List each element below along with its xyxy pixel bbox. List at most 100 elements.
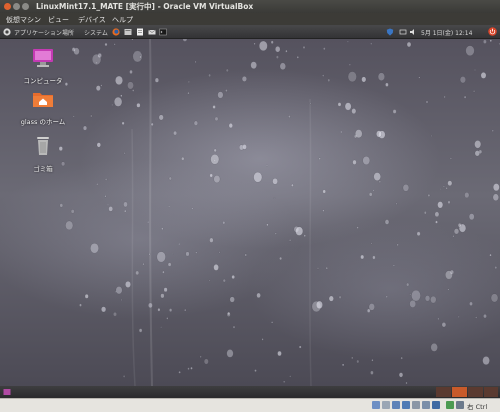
audio-icon[interactable] <box>392 401 400 409</box>
raindrop <box>402 183 410 192</box>
firefox-icon[interactable] <box>112 28 120 36</box>
raindrop <box>441 322 447 328</box>
panel-clock[interactable]: 5月 1日(金) 12:14 <box>421 28 472 37</box>
raindrop <box>349 63 351 66</box>
file-manager-icon[interactable] <box>124 28 132 36</box>
text-editor-icon[interactable] <box>136 28 144 36</box>
mouse-integration-icon[interactable] <box>456 401 464 409</box>
raindrop <box>411 289 421 302</box>
raindrop <box>242 144 247 150</box>
raindrop <box>226 312 231 317</box>
desktop-icon-home[interactable]: glass のホーム <box>13 88 73 126</box>
optical-drive-icon[interactable] <box>382 401 390 409</box>
workspace-1[interactable] <box>436 387 451 397</box>
raindrop <box>295 226 304 236</box>
terminal-icon[interactable] <box>159 28 167 36</box>
raindrop <box>373 172 381 181</box>
display-icon[interactable] <box>432 401 440 409</box>
raindrop <box>325 267 328 270</box>
harddisk-icon[interactable] <box>372 401 380 409</box>
power-icon[interactable] <box>488 27 497 36</box>
raindrop <box>232 325 236 329</box>
desktop-icon-trash[interactable]: ゴミ箱 <box>13 135 73 173</box>
raindrop <box>277 350 282 357</box>
workspace-2[interactable] <box>452 387 467 397</box>
raindrop <box>392 264 395 267</box>
raindrop <box>491 129 494 133</box>
show-desktop-icon[interactable] <box>3 388 11 396</box>
raindrop <box>474 140 482 149</box>
raindrop <box>225 68 229 72</box>
shared-folder-icon[interactable] <box>422 401 430 409</box>
close-button[interactable] <box>4 3 11 10</box>
menu-machine[interactable]: 仮想マシン <box>6 15 41 25</box>
network-icon[interactable] <box>399 28 407 36</box>
raindrop <box>361 76 367 83</box>
raindrop <box>303 234 306 238</box>
raindrop <box>91 53 102 65</box>
raindrop <box>120 298 123 301</box>
minimize-button[interactable] <box>13 3 20 10</box>
workspace-4[interactable] <box>484 387 498 397</box>
raindrop <box>127 81 134 90</box>
raindrop <box>337 102 342 107</box>
mate-top-panel: アプリケーション 場所 システム 5月 1日(金) 12:14 <box>0 25 500 39</box>
menu-view[interactable]: ビュー <box>48 15 69 25</box>
raindrop <box>136 103 141 108</box>
raindrop <box>213 264 219 271</box>
raindrop <box>222 221 226 225</box>
raindrop <box>405 381 408 385</box>
raindrop <box>395 202 398 205</box>
menu-help[interactable]: ヘルプ <box>112 15 133 25</box>
panel-menu-applications[interactable]: アプリケーション <box>14 28 62 37</box>
raindrop <box>483 39 487 44</box>
shield-icon[interactable] <box>386 28 394 36</box>
raindrop <box>384 219 390 225</box>
raindrop <box>355 129 363 139</box>
raindrop <box>142 263 145 266</box>
panel-menu-system[interactable]: システム <box>84 28 108 37</box>
raindrop <box>409 299 417 308</box>
menu-devices[interactable]: デバイス <box>78 15 106 25</box>
raindrop <box>101 306 107 313</box>
raindrop <box>59 203 64 208</box>
raindrop <box>437 201 444 209</box>
raindrop <box>90 114 93 118</box>
raindrop <box>377 72 385 81</box>
raindrop <box>208 279 211 282</box>
raindrop <box>370 42 373 45</box>
raindrop <box>443 96 446 98</box>
raindrop <box>166 317 169 320</box>
raindrop <box>445 270 453 280</box>
panel-menu-places[interactable]: 場所 <box>62 28 74 37</box>
raindrop <box>492 183 500 192</box>
maximize-button[interactable] <box>22 3 29 10</box>
raindrop <box>135 270 140 276</box>
raindrop <box>258 40 268 52</box>
raindrop <box>96 142 101 148</box>
mail-icon[interactable] <box>148 28 156 36</box>
virtualization-icon[interactable] <box>446 401 454 409</box>
raindrop <box>209 173 213 178</box>
raindrop <box>398 372 404 378</box>
usb-icon[interactable] <box>412 401 420 409</box>
raindrop <box>392 109 397 114</box>
window-title: LinuxMint17.1_MATE [実行中] - Oracle VM Vir… <box>36 2 254 11</box>
mint-menu-icon[interactable] <box>3 28 11 36</box>
raindrop <box>167 262 172 267</box>
raindrop <box>214 116 219 122</box>
desktop-icon-computer[interactable]: コンピュータ <box>13 47 73 85</box>
raindrop <box>185 251 190 257</box>
raindrop <box>187 91 190 95</box>
raindrop <box>289 239 292 242</box>
raindrop <box>115 75 123 86</box>
raindrop <box>378 180 381 184</box>
raindrop <box>70 209 75 214</box>
desktop[interactable]: コンピュータ glass のホーム ゴミ箱 <box>0 39 500 386</box>
workspace-3[interactable] <box>468 387 483 397</box>
raindrop <box>447 288 450 291</box>
raindrop <box>156 251 166 263</box>
volume-icon[interactable] <box>409 28 417 36</box>
network-adapter-icon[interactable] <box>402 401 410 409</box>
raindrop <box>228 123 233 129</box>
